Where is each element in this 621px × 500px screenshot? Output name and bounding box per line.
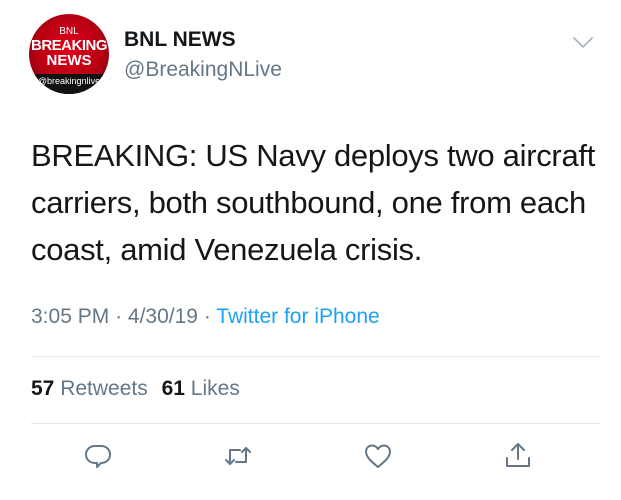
likes-stat[interactable]: 61 Likes (162, 377, 240, 400)
chevron-down-icon[interactable] (571, 34, 595, 50)
avatar[interactable]: BNL BREAKING NEWS @breakingnlive (29, 14, 109, 94)
meta-separator: · (203, 305, 211, 328)
tweet-stats: 57 Retweets 61 Likes (31, 377, 240, 401)
like-icon[interactable] (362, 440, 394, 472)
retweets-stat[interactable]: 57 Retweets (31, 377, 148, 400)
tweet-date[interactable]: 4/30/19 (128, 305, 198, 328)
avatar-top-text: BNL (59, 26, 79, 37)
meta-separator: · (115, 305, 123, 328)
tweet-time[interactable]: 3:05 PM (31, 305, 109, 328)
tweet-source-link[interactable]: Twitter for iPhone (216, 305, 379, 328)
share-icon[interactable] (502, 440, 534, 472)
retweets-count: 57 (31, 377, 55, 400)
retweets-label: Retweets (60, 377, 148, 400)
divider (31, 356, 600, 357)
avatar-breaking-text: BREAKING (30, 37, 108, 54)
divider (31, 423, 600, 424)
avatar-handle-text: @breakingnlive (29, 74, 109, 94)
account-handle[interactable]: @BreakingNLive (124, 58, 282, 82)
account-name[interactable]: BNL NEWS (124, 28, 236, 52)
avatar-news-text: NEWS (46, 52, 92, 69)
tweet-text: BREAKING: US Navy deploys two aircraft c… (31, 138, 596, 267)
tweet-meta: 3:05 PM · 4/30/19 · Twitter for iPhone (31, 305, 380, 329)
retweet-icon[interactable] (222, 440, 254, 472)
likes-label: Likes (190, 377, 240, 400)
reply-icon[interactable] (82, 440, 114, 472)
likes-count: 61 (161, 377, 185, 400)
